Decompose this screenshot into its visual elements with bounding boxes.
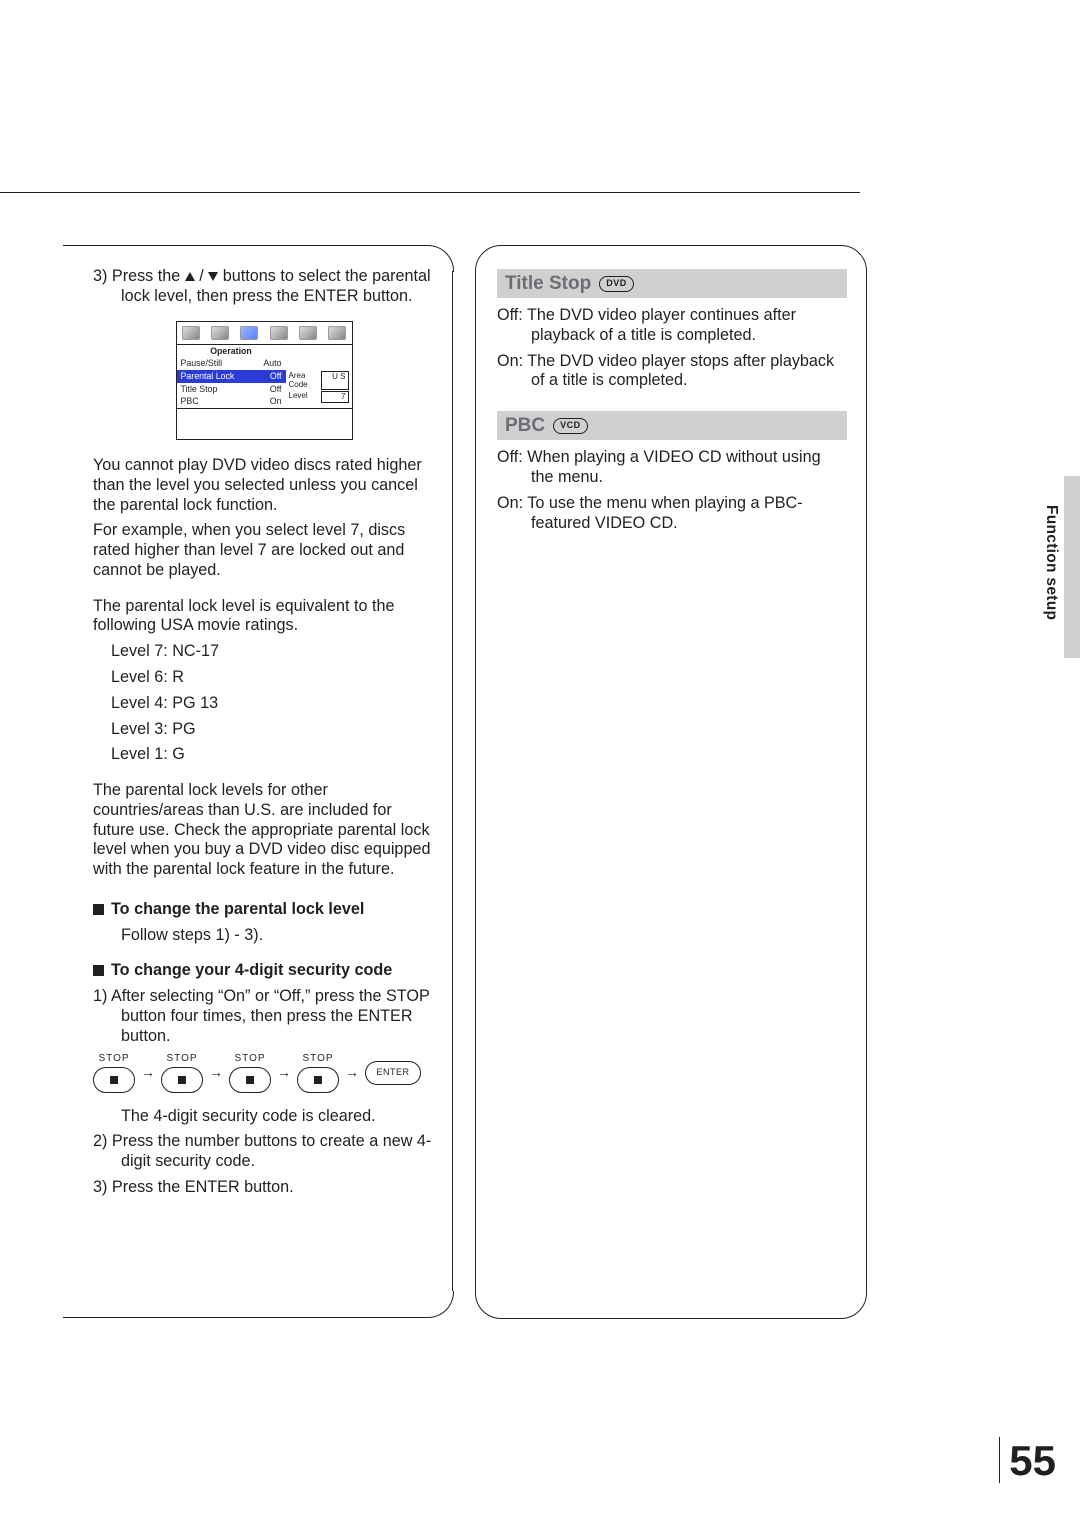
osd-tab-icon: [299, 326, 317, 340]
osd-row-value: On: [270, 396, 282, 407]
page-number-value: 55: [1009, 1437, 1056, 1484]
osd-tab-icon: [182, 326, 200, 340]
osd-row: Parental Lock Off: [177, 370, 286, 383]
code-step-3: 3) Press the ENTER button.: [93, 1178, 435, 1198]
osd-tabs: [177, 322, 352, 345]
rating-row: Level 3: PG: [111, 720, 435, 740]
osd-tab-icon: [240, 326, 258, 340]
ratings-list: Level 7: NC-17 Level 6: R Level 4: PG 13…: [93, 642, 435, 765]
bullet-icon: [93, 961, 111, 979]
dvd-badge-icon: DVD: [599, 276, 634, 292]
osd-header: Operation: [210, 346, 252, 357]
enter-button-icon: ENTER: [365, 1061, 421, 1085]
stop-square-icon: [110, 1076, 118, 1084]
osd-side-value: U S: [321, 371, 349, 391]
stop-button-icon: STOP: [93, 1053, 135, 1093]
body-text: The parental lock level is equivalent to…: [93, 597, 435, 637]
osd-side-row: Level 7: [289, 391, 349, 403]
osd-row-label: Parental Lock: [181, 371, 235, 382]
osd-row: Title Stop Off: [177, 383, 286, 396]
def-off: Off: The DVD video player continues afte…: [497, 306, 847, 346]
def-on: On: To use the menu when playing a PBC-f…: [497, 494, 847, 534]
section-heading: PBC: [505, 414, 545, 437]
stop-label: STOP: [234, 1053, 265, 1065]
body-text: For example, when you select level 7, di…: [93, 521, 435, 580]
osd-row-label: PBC: [181, 396, 199, 407]
step-3a: 3) Press the: [93, 267, 185, 285]
up-arrow-icon: [185, 272, 195, 281]
section-title-stop: Title Stop DVD: [497, 269, 847, 298]
body-text: The 4-digit security code is cleared.: [93, 1107, 435, 1127]
osd-row: PBC On: [177, 395, 286, 408]
right-column: Title Stop DVD Off: The DVD video player…: [475, 245, 865, 1317]
osd-side-value: 7: [321, 391, 349, 403]
osd-row-label: Title Stop: [181, 384, 218, 395]
section-heading: Title Stop: [505, 272, 591, 295]
osd-row-value: Off: [270, 384, 282, 395]
stop-square-icon: [178, 1076, 186, 1084]
rating-row: Level 4: PG 13: [111, 694, 435, 714]
osd-row-value: Off: [270, 371, 282, 382]
body-text: Follow steps 1) - 3).: [93, 926, 435, 946]
subhead-change-level: To change the parental lock level: [93, 900, 435, 920]
subhead-text: To change the parental lock level: [111, 900, 364, 918]
osd-blank: [177, 408, 352, 439]
enter-label: ENTER: [376, 1067, 409, 1078]
subhead-change-code: To change your 4-digit security code: [93, 961, 435, 981]
page-number: 55: [1009, 1437, 1056, 1485]
stop-square-icon: [314, 1076, 322, 1084]
pbc-body: Off: When playing a VIDEO CD without usi…: [497, 448, 847, 533]
col-left-frame: [63, 1317, 427, 1318]
left-column: 3) Press the / buttons to select the par…: [63, 245, 453, 1317]
top-rule: [0, 192, 860, 193]
def-on: On: The DVD video player stops after pla…: [497, 352, 847, 392]
stop-square-icon: [246, 1076, 254, 1084]
osd-row-value: Auto: [263, 358, 281, 369]
osd-menu-graphic: Operation Pause/Still Auto Parental Lock…: [176, 321, 353, 441]
osd-side-row: Area Code U S: [289, 371, 349, 391]
osd-row: Pause/Still Auto: [177, 357, 286, 370]
stop-label: STOP: [302, 1053, 333, 1065]
page-number-rule: [999, 1437, 1000, 1483]
osd-row-label: Pause/Still: [181, 358, 223, 369]
arrow-icon: →: [345, 1064, 359, 1081]
title-stop-body: Off: The DVD video player continues afte…: [497, 306, 847, 391]
osd-side-label: Area Code: [289, 371, 319, 391]
down-arrow-icon: [208, 272, 218, 281]
osd-tab-icon: [270, 326, 288, 340]
side-tab-label: Function setup: [1042, 505, 1060, 620]
stop-button-icon: STOP: [229, 1053, 271, 1093]
osd-menu-list: Operation Pause/Still Auto Parental Lock…: [177, 345, 286, 409]
button-sequence-diagram: STOP → STOP → STOP → STOP → ENTER: [93, 1053, 435, 1093]
def-off: Off: When playing a VIDEO CD without usi…: [497, 448, 847, 488]
arrow-icon: →: [141, 1064, 155, 1081]
stop-label: STOP: [166, 1053, 197, 1065]
code-step-1: 1) After selecting “On” or “Off,” press …: [93, 987, 435, 1046]
body-text: The parental lock levels for other count…: [93, 781, 435, 880]
arrow-icon: →: [209, 1064, 223, 1081]
body-text: You cannot play DVD video discs rated hi…: [93, 456, 435, 515]
subhead-text: To change your 4-digit security code: [111, 961, 392, 979]
side-tab-bg: [1064, 476, 1080, 658]
stop-button-icon: STOP: [297, 1053, 339, 1093]
section-pbc: PBC VCD: [497, 411, 847, 440]
osd-tab-icon: [211, 326, 229, 340]
code-step-2: 2) Press the number buttons to create a …: [93, 1132, 435, 1172]
rating-row: Level 6: R: [111, 668, 435, 688]
osd-tab-icon: [328, 326, 346, 340]
rating-row: Level 7: NC-17: [111, 642, 435, 662]
slash: /: [199, 267, 208, 285]
arrow-icon: →: [277, 1064, 291, 1081]
rating-row: Level 1: G: [111, 745, 435, 765]
stop-button-icon: STOP: [161, 1053, 203, 1093]
osd-side-label: Level: [289, 391, 319, 403]
bullet-icon: [93, 900, 111, 918]
osd-side-panel: Area Code U S Level 7: [286, 345, 352, 409]
vcd-badge-icon: VCD: [553, 418, 588, 434]
stop-label: STOP: [98, 1053, 129, 1065]
step-3: 3) Press the / buttons to select the par…: [93, 267, 435, 307]
